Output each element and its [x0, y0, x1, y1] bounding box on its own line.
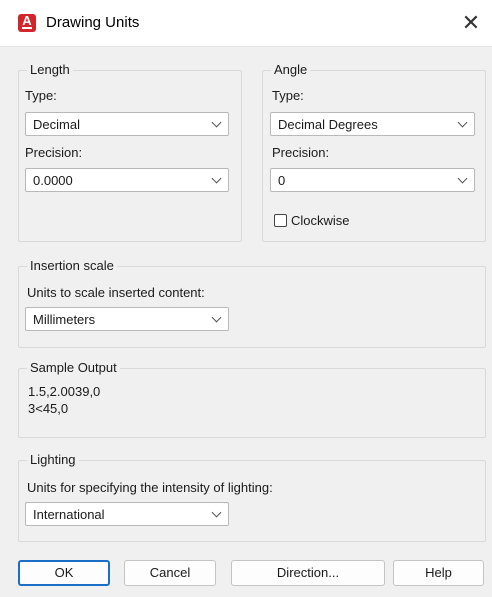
- length-precision-select[interactable]: 0.0000: [25, 168, 229, 192]
- sample-output-legend: Sample Output: [27, 360, 120, 375]
- lighting-group: Lighting: [18, 452, 486, 542]
- clockwise-label[interactable]: Clockwise: [291, 213, 350, 228]
- sample-output-group: Sample Output: [18, 360, 486, 438]
- autocad-logo-icon: [18, 13, 36, 32]
- length-type-value: Decimal: [33, 117, 80, 132]
- angle-precision-value: 0: [278, 173, 286, 188]
- insertion-units-value: Millimeters: [33, 312, 96, 327]
- lighting-units-value: International: [33, 507, 105, 522]
- ok-button[interactable]: OK: [18, 560, 110, 586]
- cancel-button[interactable]: Cancel: [124, 560, 216, 586]
- window-title: Drawing Units: [46, 14, 140, 31]
- angle-legend: Angle: [271, 62, 311, 77]
- chevron-down-icon: [211, 507, 222, 518]
- lighting-units-label: Units for specifying the intensity of li…: [27, 480, 273, 495]
- clockwise-checkbox[interactable]: [274, 214, 287, 227]
- chevron-down-icon: [211, 312, 222, 323]
- insertion-units-select[interactable]: Millimeters: [25, 307, 229, 331]
- direction-button[interactable]: Direction...: [231, 560, 385, 586]
- chevron-down-icon: [211, 117, 222, 128]
- insertion-scale-legend: Insertion scale: [27, 258, 117, 273]
- angle-type-select[interactable]: Decimal Degrees: [270, 112, 475, 136]
- title-bar: Drawing Units ✕: [0, 0, 492, 47]
- length-precision-value: 0.0000: [33, 173, 73, 188]
- close-button[interactable]: ✕: [456, 8, 486, 38]
- chevron-down-icon: [211, 173, 222, 184]
- length-legend: Length: [27, 62, 73, 77]
- sample-output-line-2: 3<45,0: [28, 401, 69, 416]
- angle-precision-label: Precision:: [272, 145, 330, 160]
- lighting-units-select[interactable]: International: [25, 502, 229, 526]
- length-type-select[interactable]: Decimal: [25, 112, 229, 136]
- lighting-legend: Lighting: [27, 452, 79, 467]
- help-button[interactable]: Help: [393, 560, 484, 586]
- angle-type-value: Decimal Degrees: [278, 117, 378, 132]
- chevron-down-icon: [457, 117, 468, 128]
- insertion-units-label: Units to scale inserted content:: [27, 285, 205, 300]
- length-precision-label: Precision:: [25, 145, 83, 160]
- chevron-down-icon: [457, 173, 468, 184]
- sample-output-line-1: 1.5,2.0039,0: [28, 384, 101, 399]
- length-type-label: Type:: [25, 88, 57, 103]
- angle-precision-select[interactable]: 0: [270, 168, 475, 192]
- angle-type-label: Type:: [272, 88, 304, 103]
